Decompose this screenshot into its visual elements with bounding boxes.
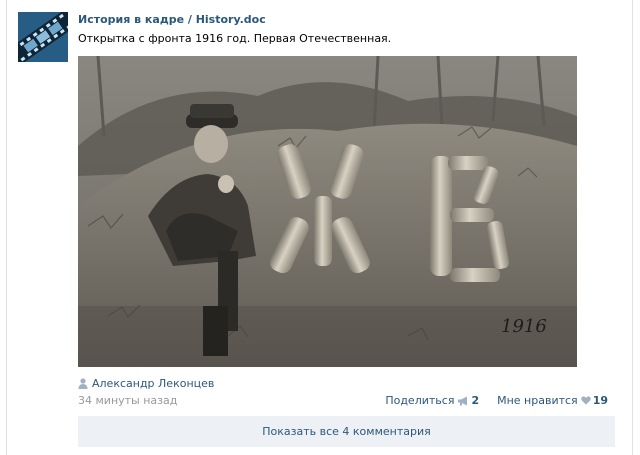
heart-icon[interactable] [580,396,591,405]
wwi-postcard-photo: 1916 [78,56,577,367]
megaphone-icon[interactable] [457,396,469,406]
group-name-link[interactable]: История в кадре / History.doc [78,13,266,26]
post-photo[interactable]: 1916 [78,56,577,367]
share-link[interactable]: Поделиться [385,394,454,407]
post-timestamp[interactable]: 34 минуты назад [78,394,177,407]
post-actions: Поделиться 2 Мне нравится 19 [385,394,608,407]
feed-border-left [6,0,7,455]
post-author: Александр Леконцев [78,376,214,390]
film-strip-icon [18,12,68,62]
photo-year-inscription: 1916 [501,316,547,337]
group-avatar[interactable] [18,12,68,62]
post-text: Открытка с фронта 1916 год. Первая Отече… [78,32,392,45]
share-count: 2 [471,394,480,407]
feed-border-right [632,0,633,455]
like-link[interactable]: Мне нравится [497,394,578,407]
show-all-comments-button[interactable]: Показать все 4 комментария [78,416,615,447]
person-icon [78,377,88,389]
author-name-link[interactable]: Александр Леконцев [92,377,214,390]
like-count: 19 [592,394,608,407]
